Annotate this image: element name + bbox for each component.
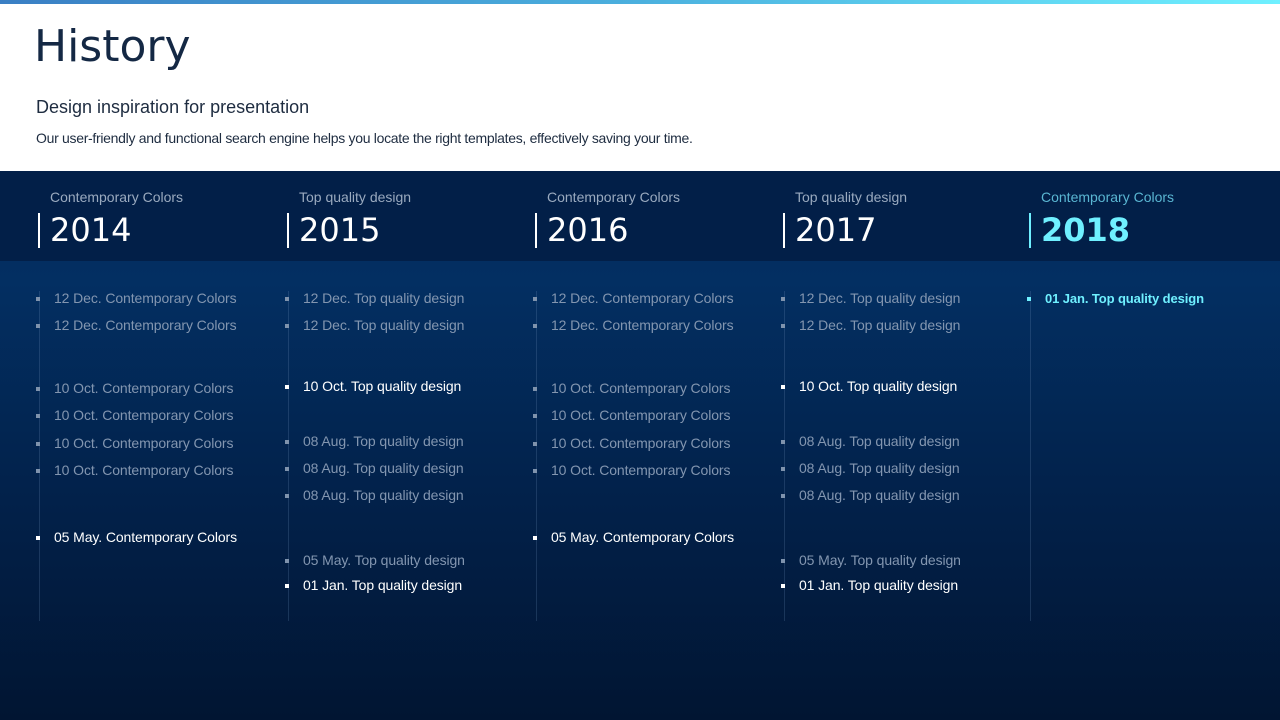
timeline-entry-text: 12 Dec. Top quality design [799,317,961,333]
bullet-icon [285,385,289,389]
bullet-icon [533,297,537,301]
bullet-icon [533,442,537,446]
timeline-entry-text: 10 Oct. Contemporary Colors [551,407,731,423]
timeline-entry-text: 08 Aug. Top quality design [799,433,960,449]
column-label: Top quality design [795,189,908,205]
year-heading: 2014 [50,211,132,249]
bullet-icon [781,494,785,498]
timeline-entry-text: 08 Aug. Top quality design [799,460,960,476]
bullet-icon [36,387,40,391]
column-label: Top quality design [299,189,412,205]
bullet-icon [285,297,289,301]
timeline-entry-text: 10 Oct. Top quality design [303,378,462,394]
year-marker-line [1029,213,1031,248]
year-heading: 2018 [1041,211,1131,249]
bullet-icon [36,297,40,301]
timeline-entry-text: 10 Oct. Contemporary Colors [551,435,731,451]
timeline-entry-text: 05 May. Contemporary Colors [551,529,734,545]
column-label: Contemporary Colors [547,189,681,205]
bullet-icon [285,467,289,471]
timeline-entry-text: 01 Jan. Top quality design [303,577,463,593]
timeline-entry-text: 10 Oct. Contemporary Colors [551,462,731,478]
bullet-icon [781,467,785,471]
year-marker-line [38,213,40,248]
bullet-icon [36,536,40,540]
bullet-icon [533,536,537,540]
timeline-entry-text: 10 Oct. Contemporary Colors [54,380,234,396]
bullet-icon [533,469,537,473]
timeline-entry-text: 05 May. Top quality design [799,552,961,568]
timeline-entry-text: 10 Oct. Top quality design [799,378,958,394]
timeline-rail [784,291,785,621]
timeline-entry-text: 08 Aug. Top quality design [799,487,960,503]
bullet-icon [36,442,40,446]
timeline-section: Contemporary Colors 2014 12 Dec. Contempor… [0,171,1280,720]
bullet-icon [533,324,537,328]
timeline-entry-text: 08 Aug. Top quality design [303,460,464,476]
column-label: Contemporary Colors [1041,189,1175,205]
bullet-icon [285,494,289,498]
column-label: Contemporary Colors [50,189,184,205]
timeline-entry-text: 08 Aug. Top quality design [303,433,464,449]
timeline-entry-text: 05 May. Contemporary Colors [54,529,237,545]
bullet-icon [36,414,40,418]
year-marker-line [783,213,785,248]
timeline-entry-text: 05 May. Top quality design [303,552,465,568]
timeline-entry-text: 12 Dec. Contemporary Colors [551,317,734,333]
timeline-column-2017: Top quality design 2017 12 Dec. Top qualit… [781,171,1031,720]
bullet-icon [36,469,40,473]
bullet-icon [285,440,289,444]
bullet-icon [533,414,537,418]
timeline-entry-text: 12 Dec. Contemporary Colors [54,290,237,306]
bullet-icon [781,324,785,328]
bullet-icon [781,559,785,563]
timeline-entry-text: 10 Oct. Contemporary Colors [551,380,731,396]
bullet-icon [781,385,785,389]
timeline-rail [1030,291,1031,621]
timeline-entry-text: 10 Oct. Contemporary Colors [54,435,234,451]
bullet-icon [781,584,785,588]
year-heading: 2017 [795,211,877,249]
timeline-column-2015: Top quality design 2015 12 Dec. Top qualit… [285,171,535,720]
bullet-icon [36,324,40,328]
timeline-entry-text: 01 Jan. Top quality design [799,577,959,593]
timeline-entry-text: 12 Dec. Contemporary Colors [54,317,237,333]
timeline-entry-text: 12 Dec. Contemporary Colors [551,290,734,306]
timeline-column-2014: Contemporary Colors 2014 12 Dec. Contempor… [36,171,286,720]
page-title: History [34,21,191,72]
timeline-entry-text: 12 Dec. Top quality design [303,290,465,306]
timeline-entry-text: 10 Oct. Contemporary Colors [54,462,234,478]
bullet-icon [285,584,289,588]
timeline-column-2016: Contemporary Colors 2016 12 Dec. Contempor… [533,171,783,720]
year-marker-line [287,213,289,248]
year-heading: 2016 [547,211,629,249]
bullet-icon [533,387,537,391]
bullet-icon [285,324,289,328]
timeline-column-2018: Contemporary Colors 2018 01 Jan. Top quali… [1027,171,1277,720]
bullet-icon [285,559,289,563]
timeline-entry-text: 10 Oct. Contemporary Colors [54,407,234,423]
year-marker-line [535,213,537,248]
page-subtitle: Design inspiration for presentation [36,97,310,117]
header: History Design inspiration for presentat… [0,4,1280,171]
timeline-entry-text: 08 Aug. Top quality design [303,487,464,503]
bullet-icon [1027,297,1031,301]
page-description: Our user-friendly and functional search … [36,130,693,146]
timeline-rail [288,291,289,621]
timeline-rail [536,291,537,621]
timeline-rail [39,291,40,621]
timeline-entry-text: 01 Jan. Top quality design [1045,291,1204,306]
bullet-icon [781,297,785,301]
timeline-entry-text: 12 Dec. Top quality design [799,290,961,306]
year-heading: 2015 [299,211,381,249]
bullet-icon [781,440,785,444]
timeline-entry-text: 12 Dec. Top quality design [303,317,465,333]
